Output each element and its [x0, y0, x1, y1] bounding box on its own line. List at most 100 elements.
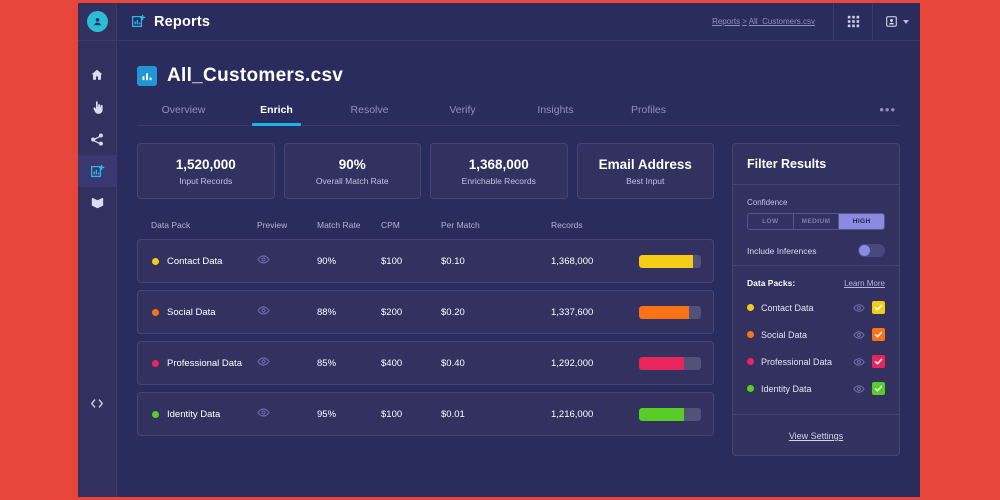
cell-records: 1,216,000	[551, 392, 631, 436]
user-menu-button[interactable]	[872, 3, 920, 41]
stat-value: 1,520,000	[175, 156, 236, 172]
tab-profiles[interactable]: Profiles	[602, 100, 695, 125]
table-row[interactable]: Social Data 88% $200 $0.20 1,337,600	[137, 290, 714, 334]
filter-pack-label: Contact Data	[761, 302, 814, 313]
chart-add-icon	[132, 14, 146, 27]
data-packs-table: Data Pack Preview Match Rate CPM Per Mat…	[137, 213, 714, 443]
sidebar-item-home[interactable]	[78, 59, 116, 91]
book-open-icon	[91, 198, 103, 209]
eye-icon[interactable]	[257, 406, 270, 419]
apps-grid-button[interactable]	[833, 3, 872, 41]
sidebar-item-library[interactable]	[78, 187, 116, 219]
breadcrumb-parent[interactable]: Reports	[712, 17, 740, 26]
check-icon	[874, 358, 883, 365]
sidebar-item-audience[interactable]	[78, 91, 116, 123]
include-inferences-row: Include Inferences	[747, 244, 885, 257]
filter-results-panel: Filter Results Confidence LOW MEDIUM HIG…	[732, 143, 900, 456]
filter-pack-row: Professional Data	[747, 348, 885, 375]
pack-color-dot	[152, 410, 159, 418]
records-progress-track	[639, 254, 701, 268]
sidebar-item-developer[interactable]	[78, 387, 116, 419]
stat-value: 1,368,000	[468, 156, 529, 172]
stat-card-match-rate: 90% Overall Match Rate	[283, 143, 421, 199]
filter-pack-checkbox[interactable]	[872, 301, 885, 314]
pack-name-label: Identity Data	[167, 408, 221, 420]
filter-pack-checkbox[interactable]	[872, 382, 885, 395]
bar-chart-glyph	[142, 73, 152, 81]
main-column: Reports Reports > All_Customers.csv All_…	[117, 3, 920, 497]
cell-cpm: $200	[381, 290, 441, 334]
learn-more-link[interactable]: Learn More	[844, 279, 885, 288]
records-progress-fill	[639, 407, 684, 421]
eye-icon[interactable]	[853, 383, 865, 395]
tab-insights[interactable]: Insights	[509, 100, 602, 125]
cell-records: 1,337,600	[551, 290, 631, 334]
stat-label: Enrichable Records	[461, 175, 536, 186]
cell-bar	[631, 290, 714, 334]
column-records: Records	[551, 220, 583, 230]
stat-value: Email Address	[598, 156, 692, 172]
chevron-down-icon	[902, 19, 909, 24]
records-progress-fill	[639, 305, 689, 319]
check-icon	[874, 304, 883, 311]
topbar: Reports Reports > All_Customers.csv	[117, 3, 920, 41]
stat-card-best-input: Email Address Best Input	[576, 143, 714, 199]
table-header-row: Data Pack Preview Match Rate CPM Per Mat…	[137, 220, 714, 232]
breadcrumb[interactable]: Reports > All_Customers.csv	[712, 17, 833, 26]
cell-per-match: $0.01	[441, 392, 551, 436]
column-cpm: CPM	[381, 220, 400, 230]
cell-match-rate: 90%	[317, 239, 381, 283]
data-packs-label: Data Packs:	[747, 278, 796, 288]
filter-pack-row: Identity Data	[747, 375, 885, 402]
pack-name-label: Professional Data	[167, 357, 242, 369]
filter-panel-footer: View Settings	[733, 415, 899, 455]
cell-cpm: $400	[381, 341, 441, 385]
user-card-icon	[885, 16, 897, 27]
cell-preview[interactable]	[257, 341, 317, 385]
sidebar-item-reports[interactable]	[78, 155, 116, 187]
view-settings-link[interactable]: View Settings	[789, 431, 843, 441]
cell-data-pack: Identity Data	[137, 392, 257, 436]
breadcrumb-current[interactable]: All_Customers.csv	[749, 17, 815, 26]
records-progress-fill	[639, 254, 693, 268]
eye-icon[interactable]	[853, 302, 865, 314]
table-row[interactable]: Professional Data 85% $400 $0.40 1,292,0…	[137, 341, 714, 385]
filter-pack-label: Identity Data	[761, 383, 812, 394]
confidence-option-low[interactable]: LOW	[748, 214, 794, 229]
eye-icon[interactable]	[853, 356, 865, 368]
eye-icon[interactable]	[853, 329, 865, 341]
check-icon	[874, 331, 883, 338]
eye-icon[interactable]	[257, 304, 270, 317]
stat-label: Input Records	[179, 175, 233, 186]
tab-verify[interactable]: Verify	[416, 100, 509, 125]
sidebar-item-connections[interactable]	[78, 123, 116, 155]
toggle-knob	[859, 245, 870, 256]
filter-pack-row: Contact Data	[747, 294, 885, 321]
eye-icon[interactable]	[257, 253, 270, 266]
confidence-option-medium[interactable]: MEDIUM	[794, 214, 840, 229]
avatar[interactable]	[86, 11, 108, 32]
tab-resolve[interactable]: Resolve	[323, 100, 416, 125]
cell-preview[interactable]	[257, 392, 317, 436]
eye-icon[interactable]	[257, 355, 270, 368]
filter-panel-body: Confidence LOW MEDIUM HIGH Include Infer…	[733, 185, 899, 266]
filter-pack-checkbox[interactable]	[872, 355, 885, 368]
pack-color-dot	[747, 385, 754, 392]
chart-add-icon	[90, 164, 104, 177]
cell-preview[interactable]	[257, 239, 317, 283]
hand-pointer-icon	[92, 100, 103, 114]
filter-pack-checkbox[interactable]	[872, 328, 885, 341]
tab-overflow-menu[interactable]: •••	[879, 102, 900, 125]
confidence-option-high[interactable]: HIGH	[839, 214, 884, 229]
table-row[interactable]: Identity Data 95% $100 $0.01 1,216,000	[137, 392, 714, 436]
cell-data-pack: Professional Data	[137, 341, 257, 385]
table-row[interactable]: Contact Data 90% $100 $0.10 1,368,000	[137, 239, 714, 283]
include-inferences-toggle[interactable]	[858, 244, 885, 257]
stat-card-input-records: 1,520,000 Input Records	[137, 143, 275, 199]
column-per-match: Per Match	[441, 220, 480, 230]
pack-color-dot	[747, 331, 754, 338]
filter-pack-label: Professional Data	[761, 356, 833, 367]
tab-overview[interactable]: Overview	[137, 100, 230, 125]
tab-enrich[interactable]: Enrich	[230, 100, 323, 126]
cell-preview[interactable]	[257, 290, 317, 334]
